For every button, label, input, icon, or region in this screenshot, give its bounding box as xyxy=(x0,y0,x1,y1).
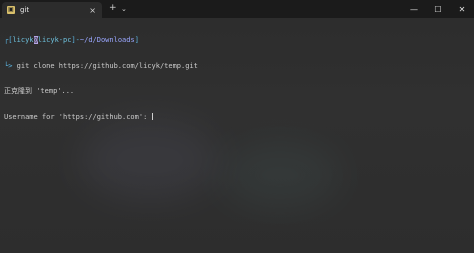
prompt-line: ┌[licyk@licyk-pc]-~/d/Downloads] xyxy=(4,36,198,45)
tab-close-icon[interactable]: × xyxy=(89,6,96,15)
background-blur xyxy=(220,140,340,210)
output-line-1: 正克隆到 'temp'... xyxy=(4,87,75,95)
maximize-button[interactable]: ☐ xyxy=(426,0,450,18)
chevron-down-icon[interactable]: ⌄ xyxy=(121,5,127,13)
prompt-bracket-close: ] xyxy=(134,36,139,44)
minimize-button[interactable]: — xyxy=(402,0,426,18)
prompt-separator: ]- xyxy=(71,36,80,44)
prompt-user: licyk xyxy=(12,36,34,44)
text-cursor xyxy=(151,112,153,120)
terminal-output[interactable]: ┌[licyk@licyk-pc]-~/d/Downloads] └> git … xyxy=(4,19,198,138)
prompt-path: ~/d/Downloads xyxy=(79,36,135,44)
new-tab-button[interactable]: + xyxy=(109,3,117,13)
terminal-icon: ▣ xyxy=(7,6,15,14)
command-line: └> git clone https://github.com/licyk/te… xyxy=(4,62,198,71)
username-prompt: Username for 'https://github.com': xyxy=(4,112,152,121)
close-button[interactable]: ✕ xyxy=(450,0,474,18)
title-bar: ▣ git × + ⌄ — ☐ ✕ xyxy=(0,0,474,18)
tab-git[interactable]: ▣ git × xyxy=(2,2,102,18)
terminal-window: ▣ git × + ⌄ — ☐ ✕ ┌[licyk@licyk-pc]-~/d/… xyxy=(0,0,474,253)
tab-title: git xyxy=(20,6,30,14)
output-line-2: Username for 'https://github.com': xyxy=(4,112,198,122)
window-controls: — ☐ ✕ xyxy=(402,0,474,18)
prompt-host: licyk-pc xyxy=(37,36,72,44)
command-text: git clone https://github.com/licyk/temp.… xyxy=(12,61,198,70)
